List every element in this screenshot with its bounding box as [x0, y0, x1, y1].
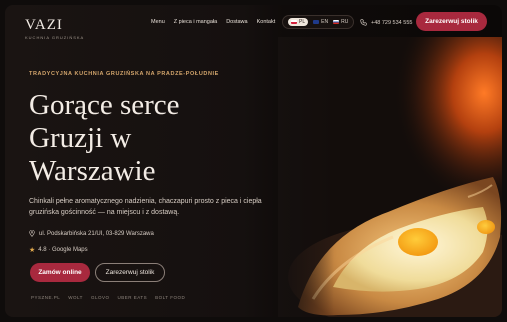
order-online-button[interactable]: Zamów online	[30, 263, 90, 282]
rating-text: 4.8 · Google Maps	[38, 247, 88, 253]
reserve-table-button[interactable]: Zarezerwuj stolik	[95, 263, 165, 282]
rating[interactable]: ★ 4.8 · Google Maps	[29, 246, 88, 254]
hero-title: Gorące serce Gruzji w Warszawie	[29, 89, 279, 188]
khachapuri-photo	[278, 37, 502, 317]
partner-wolt[interactable]: WOLT	[68, 295, 83, 300]
nav-item-oven-grill[interactable]: Z pieca i mangała	[174, 19, 217, 25]
phone-icon	[360, 19, 367, 26]
nav-item-menu[interactable]: Menu	[151, 19, 165, 25]
poland-flag-icon	[291, 20, 297, 24]
partner-bolt-food[interactable]: BOLT FOOD	[155, 295, 185, 300]
lang-option-en[interactable]: EN	[313, 19, 328, 25]
lang-label: EN	[321, 19, 329, 25]
star-icon: ★	[29, 247, 36, 254]
lang-option-pl[interactable]: PL	[288, 18, 309, 26]
uk-flag-icon	[313, 20, 320, 24]
hero-title-line: Gruzji w	[29, 122, 132, 154]
phone-link[interactable]: +48 729 534 555	[360, 19, 412, 26]
brand-tagline: KUCHNIA GRUZIŃSKA	[25, 35, 85, 40]
partner-pyszne[interactable]: PYSZNE.PL	[31, 295, 60, 300]
header-reserve-button[interactable]: Zarezerwuj stolik	[416, 12, 487, 31]
phone-number: +48 729 534 555	[371, 19, 413, 26]
address-text: ul. Podskarbińska 21/UI, 03-829 Warszawa	[39, 230, 154, 237]
main-nav: Menu Z pieca i mangała Dostawa Kontakt	[151, 19, 275, 25]
logo[interactable]: VAZI KUCHNIA GRUZIŃSKA	[25, 17, 84, 40]
nav-item-delivery[interactable]: Dostawa	[226, 19, 247, 25]
lang-option-ru[interactable]: RU	[333, 19, 348, 25]
lang-label: PL	[299, 19, 306, 25]
partner-uber-eats[interactable]: UBER EATS	[117, 295, 147, 300]
address: ul. Podskarbińska 21/UI, 03-829 Warszawa	[29, 230, 154, 237]
hero-title-line: Gorące serce	[29, 89, 180, 121]
russia-flag-icon	[333, 20, 340, 24]
lang-label: RU	[341, 19, 349, 25]
language-switcher: PL EN RU	[282, 15, 355, 29]
brand-name: VAZI	[25, 17, 63, 33]
hero-title-line: Warszawie	[29, 155, 156, 187]
nav-item-contact[interactable]: Kontakt	[257, 19, 276, 25]
page: VAZI KUCHNIA GRUZIŃSKA Menu Z pieca i ma…	[5, 5, 502, 317]
hero-eyebrow: TRADYCYJNA KUCHNIA GRUZIŃSKA NA PRADZE-P…	[29, 71, 219, 77]
location-pin-icon	[29, 230, 35, 237]
hero-description: Chinkali pełne aromatycznego nadzienia, …	[29, 198, 262, 216]
partner-glovo[interactable]: GLOVO	[91, 295, 110, 300]
delivery-partners: PYSZNE.PL WOLT GLOVO UBER EATS BOLT FOOD	[31, 295, 185, 300]
